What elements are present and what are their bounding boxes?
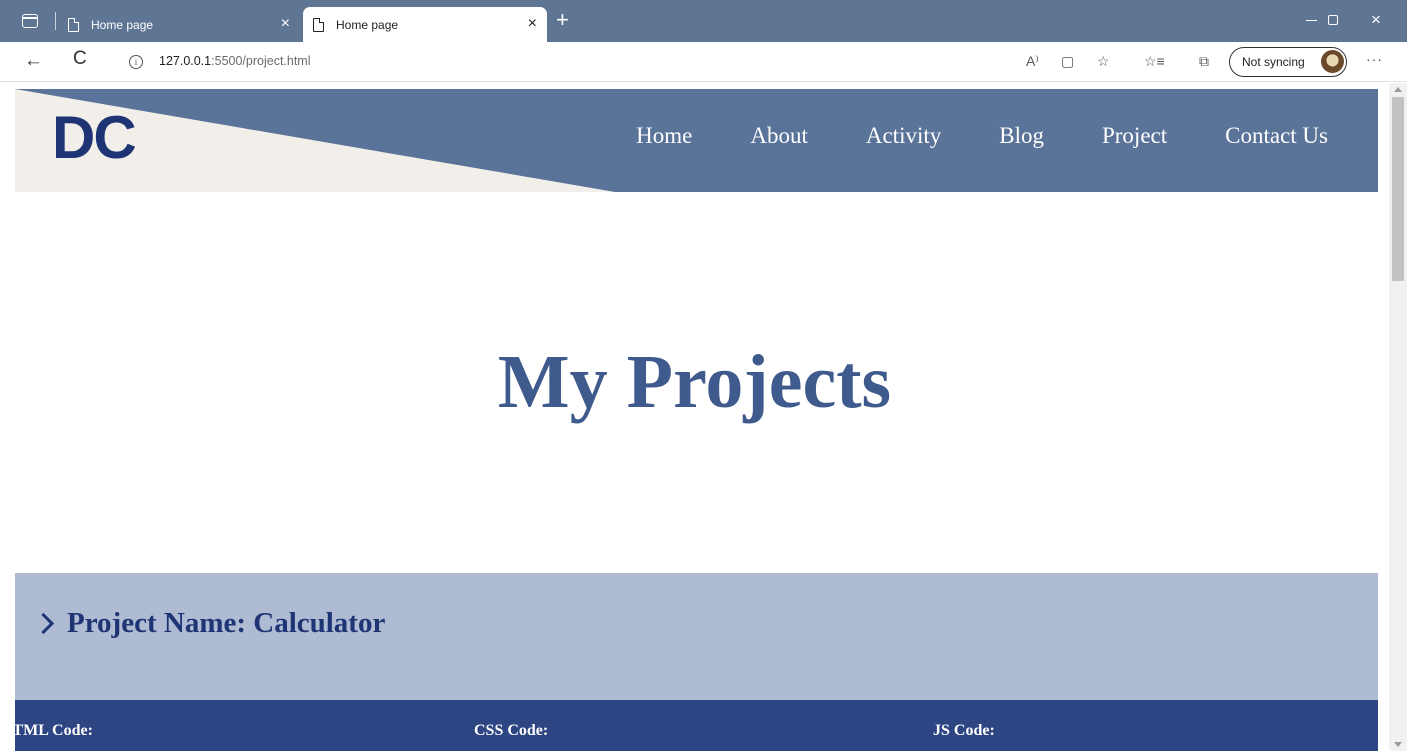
tab-actions-icon[interactable]	[22, 14, 38, 28]
nav-activity[interactable]: Activity	[866, 123, 941, 149]
close-tab-icon[interactable]: ×	[528, 16, 537, 32]
site-logo[interactable]: DC	[52, 103, 137, 173]
scroll-up-icon[interactable]	[1394, 87, 1402, 92]
tab-divider	[55, 12, 56, 30]
immersive-reader-icon[interactable]: ▢	[1061, 53, 1074, 69]
project-title[interactable]: Project Name: Calculator	[32, 607, 386, 640]
nav-contact-us[interactable]: Contact Us	[1225, 123, 1328, 149]
favorites-icon[interactable]: ☆≡	[1144, 53, 1165, 69]
avatar	[1321, 50, 1344, 73]
minimize-icon[interactable]	[1306, 20, 1317, 21]
read-aloud-icon[interactable]: A⁾	[1026, 53, 1039, 69]
scrollbar-thumb[interactable]	[1392, 97, 1404, 281]
url-text[interactable]: 127.0.0.1:5500/project.html	[159, 54, 311, 68]
collections-icon[interactable]: ⧉	[1199, 53, 1209, 69]
window-close-icon[interactable]: ×	[1371, 11, 1381, 29]
restore-icon[interactable]	[1328, 15, 1338, 25]
tab-title: Home page	[91, 17, 154, 32]
css-code-label: CSS Code:	[474, 722, 549, 739]
nav-home[interactable]: Home	[636, 123, 692, 149]
browser-tab-active[interactable]: Home page ×	[303, 7, 547, 42]
page-title: My Projects	[497, 340, 892, 424]
tab-title: Home page	[336, 17, 399, 32]
code-section: HTML Code: CSS Code: JS Code:	[0, 700, 1378, 751]
add-favorite-icon[interactable]: ☆	[1097, 53, 1110, 69]
vertical-scrollbar[interactable]	[1389, 83, 1407, 751]
new-tab-icon[interactable]: +	[556, 8, 569, 32]
profile-sync-button[interactable]: Not syncing	[1229, 47, 1347, 77]
project-name: Project Name: Calculator	[67, 607, 386, 639]
nav-project[interactable]: Project	[1102, 123, 1167, 149]
url-path: :5500/project.html	[211, 54, 311, 68]
chevron-right-icon	[32, 612, 55, 635]
url-field[interactable]: i 127.0.0.1:5500/project.html	[110, 47, 1218, 77]
main-nav: Home About Activity Blog Project Contact…	[636, 123, 1328, 149]
page-icon	[68, 17, 79, 32]
reload-icon[interactable]: C	[73, 48, 87, 70]
html-code-label: HTML Code:	[0, 722, 93, 739]
scroll-down-icon[interactable]	[1394, 742, 1402, 747]
page-viewport: DC Home About Activity Blog Project Cont…	[0, 83, 1389, 751]
nav-about[interactable]: About	[750, 123, 808, 149]
browser-tab-bar: Home page × Home page × + ×	[0, 0, 1407, 42]
js-code-label: JS Code:	[933, 722, 995, 739]
more-options-icon[interactable]: ···	[1366, 51, 1383, 67]
close-tab-icon[interactable]: ×	[281, 16, 290, 32]
nav-blog[interactable]: Blog	[999, 123, 1044, 149]
address-bar: ← C i 127.0.0.1:5500/project.html A⁾ ▢ ☆…	[0, 42, 1407, 82]
project-header[interactable]: Project Name: Calculator	[15, 573, 1378, 700]
page-icon	[313, 17, 324, 32]
site-header: DC Home About Activity Blog Project Cont…	[15, 89, 1378, 192]
back-icon[interactable]: ←	[24, 50, 43, 72]
sync-status-label: Not syncing	[1242, 55, 1305, 69]
url-host: 127.0.0.1	[159, 54, 212, 68]
info-icon[interactable]: i	[129, 55, 143, 69]
browser-tab-inactive[interactable]: Home page ×	[64, 7, 300, 42]
